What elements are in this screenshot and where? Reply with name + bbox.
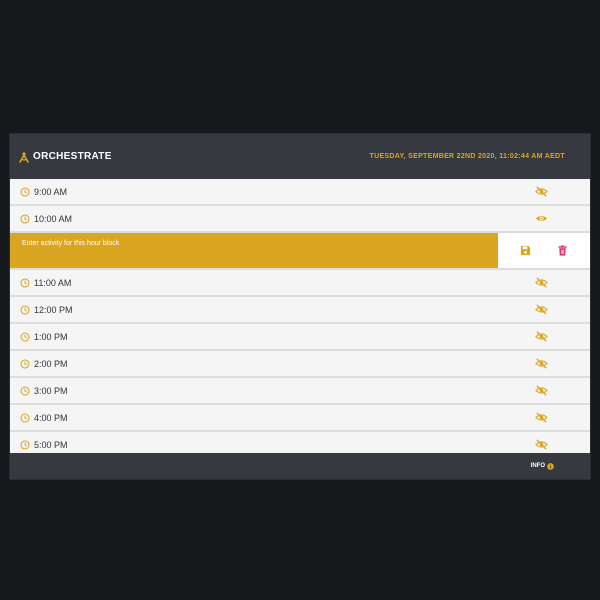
clock-icon xyxy=(20,304,30,315)
hour-label: 1:00 PM xyxy=(34,331,68,342)
hour-row-2pm[interactable]: 2:00 PM xyxy=(10,351,590,378)
hour-label: 11:00 AM xyxy=(34,277,72,288)
info-circle-icon xyxy=(547,462,554,470)
clock-icon xyxy=(20,412,30,423)
hour-label: 2:00 PM xyxy=(34,358,68,369)
hour-row-9am[interactable]: 9:00 AM xyxy=(10,179,590,206)
planner-window: ORCHESTRATE TUESDAY, SEPTEMBER 22ND 2020… xyxy=(9,133,591,480)
app-header: ORCHESTRATE TUESDAY, SEPTEMBER 22ND 2020… xyxy=(10,134,590,179)
brand[interactable]: ORCHESTRATE xyxy=(18,151,112,163)
hour-row-1pm[interactable]: 1:00 PM xyxy=(10,324,590,351)
clock-icon xyxy=(20,186,30,197)
hour-label: 12:00 PM xyxy=(34,304,73,315)
brand-name: ORCHESTRATE xyxy=(33,151,112,162)
clock-icon xyxy=(20,439,30,450)
hour-row-11am[interactable]: 11:00 AM xyxy=(10,270,590,297)
eye-slash-icon[interactable] xyxy=(535,438,548,451)
hour-row-10am[interactable]: 10:00 AM xyxy=(10,206,590,233)
info-link[interactable]: INFO xyxy=(530,462,554,470)
info-label: INFO xyxy=(530,463,545,469)
eye-icon[interactable] xyxy=(535,212,548,225)
eye-slash-icon[interactable] xyxy=(535,384,548,397)
hour-row-12pm[interactable]: 12:00 PM xyxy=(10,297,590,324)
hour-label: 3:00 PM xyxy=(34,385,68,396)
current-datetime: TUESDAY, SEPTEMBER 22ND 2020, 11:02:44 A… xyxy=(369,153,565,160)
eye-slash-icon[interactable] xyxy=(535,303,548,316)
hour-row-4pm[interactable]: 4:00 PM xyxy=(10,405,590,432)
app-footer: INFO xyxy=(10,453,590,479)
hour-label: 10:00 AM xyxy=(34,213,73,224)
hour-row-3pm[interactable]: 3:00 PM xyxy=(10,378,590,405)
hour-label: 5:00 PM xyxy=(34,439,68,450)
hour-blocks: 9:00 AM 10:00 AM Enter activity for this… xyxy=(10,179,590,459)
clock-icon xyxy=(20,358,30,369)
clock-icon xyxy=(20,331,30,342)
activity-input[interactable] xyxy=(10,233,498,268)
clock-icon xyxy=(20,213,30,224)
eye-slash-icon[interactable] xyxy=(535,185,548,198)
eye-slash-icon[interactable] xyxy=(535,276,548,289)
hour-editor xyxy=(10,233,590,270)
trash-icon[interactable] xyxy=(557,245,568,256)
eye-slash-icon[interactable] xyxy=(535,411,548,424)
eye-slash-icon[interactable] xyxy=(535,330,548,343)
hour-label: 4:00 PM xyxy=(34,412,68,423)
orchestrate-logo-icon xyxy=(18,151,30,163)
editor-actions xyxy=(498,233,590,268)
clock-icon xyxy=(20,385,30,396)
save-icon[interactable] xyxy=(520,245,531,256)
clock-icon xyxy=(20,277,30,288)
hour-label: 9:00 AM xyxy=(34,186,68,197)
eye-slash-icon[interactable] xyxy=(535,357,548,370)
